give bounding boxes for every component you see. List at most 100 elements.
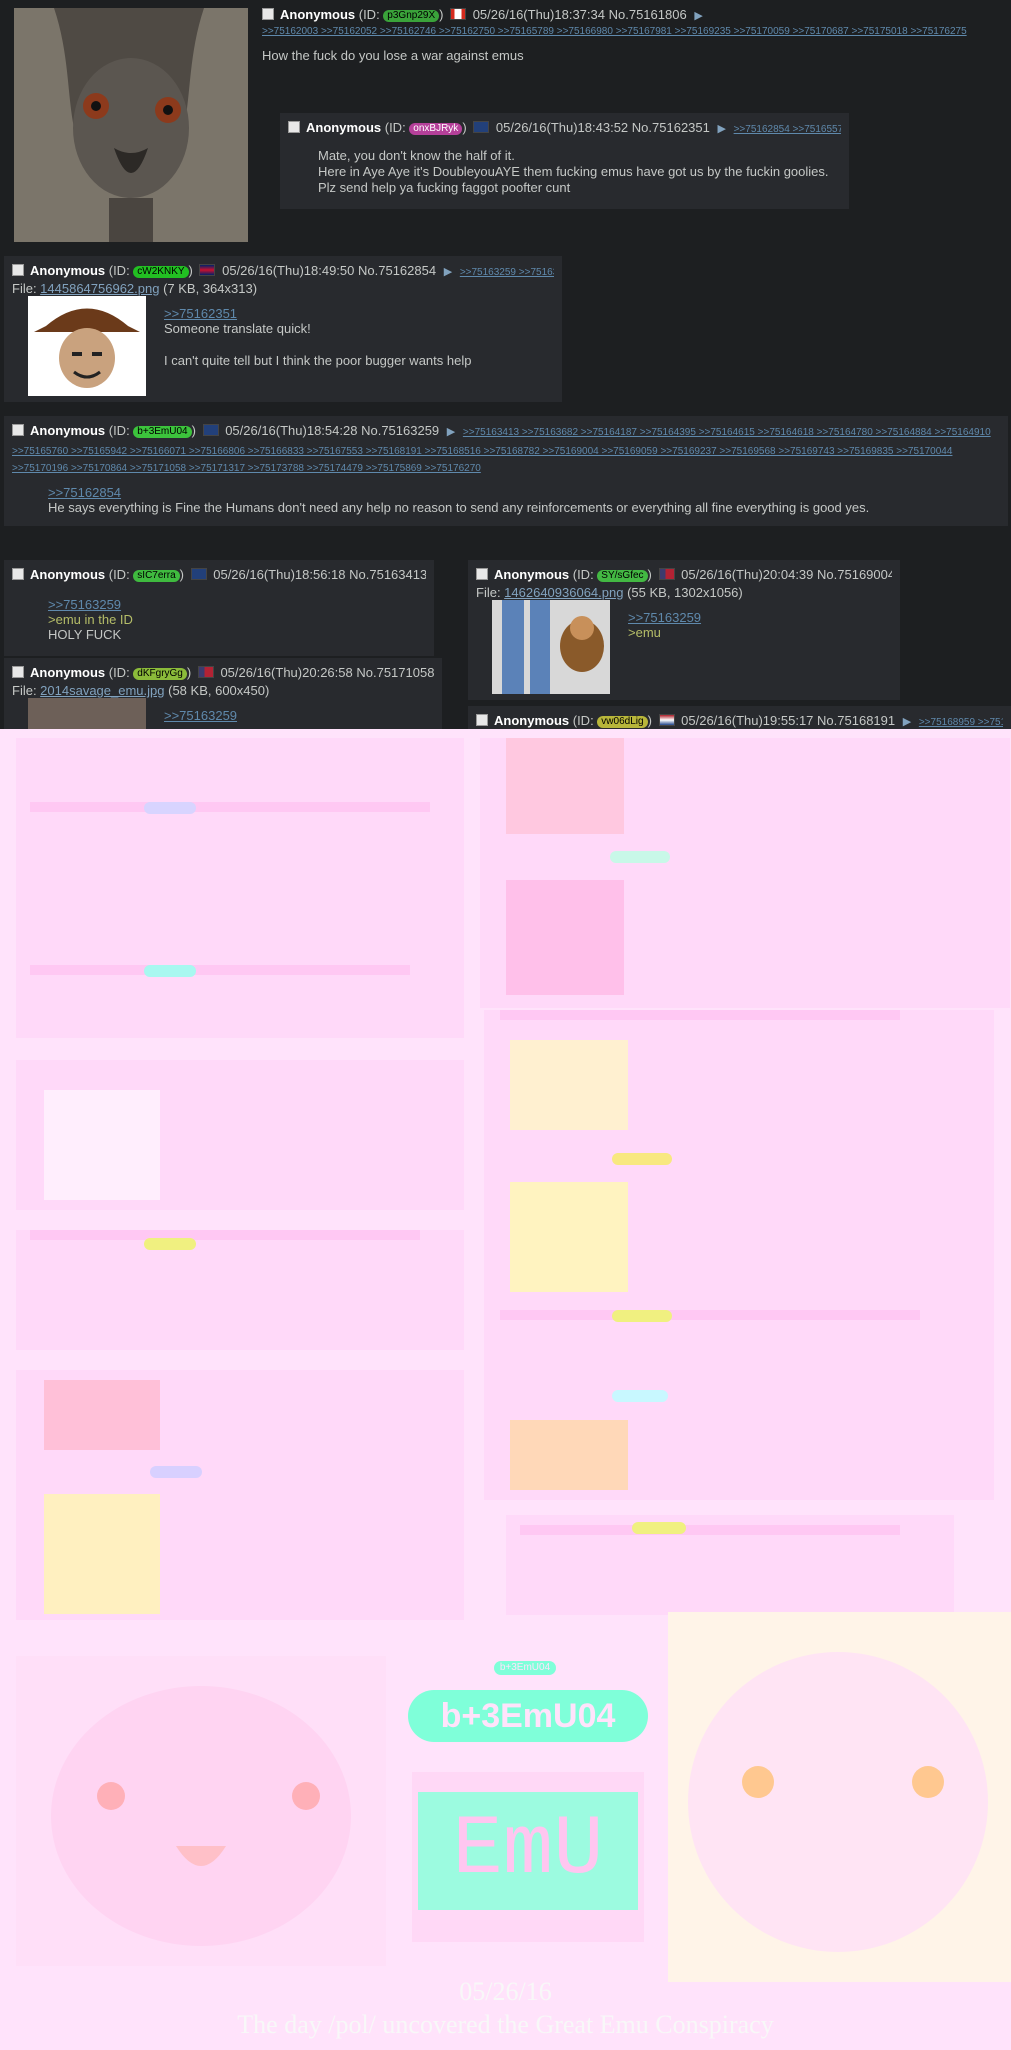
flag-icon <box>190 568 207 580</box>
quote-link[interactable]: >>75162854 <box>48 485 1000 500</box>
faded-text <box>30 802 430 812</box>
reply-links[interactable]: >>75163259 >>75163340 <box>460 267 554 278</box>
menu-arrow-icon[interactable]: ▶ <box>444 266 452 278</box>
post-checkbox[interactable] <box>12 424 24 436</box>
post-content: >>75163259 >emu <box>628 610 701 640</box>
faded-thumbnail <box>510 1182 628 1292</box>
post-thumbnail[interactable] <box>492 600 610 694</box>
post-date: 05/26/16(Thu)18:56:18 <box>213 567 346 582</box>
faded-text <box>500 1310 920 1320</box>
faded-id-badge <box>150 1466 202 1478</box>
post-thumbnail[interactable] <box>28 296 146 396</box>
post-date: 05/26/16(Thu)20:04:39 <box>681 567 814 582</box>
file-size: (58 KB, 600x450) <box>168 683 270 698</box>
post-reply: Anonymous (ID: onxBJRyk) 05/26/16(Thu)18… <box>280 113 849 209</box>
reply-links[interactable]: >>75162854 >>75165574 <box>734 124 841 135</box>
post-content: >>75162351 Someone translate quick! I ca… <box>164 306 471 369</box>
quote-link[interactable]: >>75163259 <box>164 708 237 723</box>
poster-id[interactable]: p3Gnp29X <box>383 10 440 22</box>
post-content: >>75163259 <box>164 708 237 723</box>
menu-arrow-icon[interactable]: ▶ <box>903 716 911 728</box>
post-number[interactable]: No.75163413 <box>349 567 426 582</box>
post-reply: Anonymous (ID: sIC7erra) 05/26/16(Thu)18… <box>4 560 434 656</box>
post-number[interactable]: No.75162351 <box>632 120 710 135</box>
post-reply: Anonymous (ID: dKFgryGg) 05/26/16(Thu)20… <box>4 658 442 738</box>
post-number[interactable]: No.75169004 <box>817 567 892 582</box>
reply-links[interactable]: >>75162003 >>75162052 >>75162746 >>75162… <box>262 25 1002 38</box>
emu-logo-text: EmU <box>418 1792 638 1910</box>
post-body: How the fuck do you lose a war against e… <box>262 48 524 63</box>
poster-name: Anonymous <box>280 7 356 22</box>
id-tag-small: b+3EmU04 <box>494 1661 556 1675</box>
post-date: 05/26/16(Thu)18:37:34 <box>472 7 605 22</box>
reply-links[interactable]: >>75168959 >>75170221 <box>919 717 1003 728</box>
poster-name: Anonymous <box>30 423 106 438</box>
poster-name: Anonymous <box>306 120 382 135</box>
post-checkbox[interactable] <box>12 666 24 678</box>
flag-icon <box>658 568 675 580</box>
post-body: Someone translate quick! I can't quite t… <box>164 321 472 368</box>
menu-arrow-icon[interactable]: ▶ <box>447 426 455 438</box>
post-date: 05/26/16(Thu)19:55:17 <box>681 713 814 728</box>
poster-name: Anonymous <box>494 713 570 728</box>
post-header: Anonymous (ID: cW2KNKY) 05/26/16(Thu)18:… <box>12 262 554 281</box>
greentext: >emu in the ID <box>48 612 133 627</box>
faded-id-badge <box>144 1238 196 1250</box>
faded-thumbnail <box>506 880 624 995</box>
file-info: File: 1462640936064.png (55 KB, 1302x105… <box>476 585 743 600</box>
post-content: >>75163259 >emu in the ID HOLY FUCK <box>12 597 426 643</box>
poster-id[interactable]: dKFgryGg <box>133 668 187 680</box>
post-checkbox[interactable] <box>476 714 488 726</box>
post-number[interactable]: No.75171058 <box>356 665 434 680</box>
faded-thumbnail <box>44 1494 160 1614</box>
poster-id[interactable]: sIC7erra <box>133 570 180 582</box>
post-number[interactable]: No.75168191 <box>817 713 895 728</box>
post-number[interactable]: No.75163259 <box>361 423 439 438</box>
op-image[interactable] <box>14 8 248 242</box>
post-reply: Anonymous (ID: b+3EmU04) 05/26/16(Thu)18… <box>4 416 1008 526</box>
post-checkbox[interactable] <box>476 568 488 580</box>
quote-link[interactable]: >>75163259 <box>48 597 426 612</box>
post-date: 05/26/16(Thu)18:49:50 <box>222 263 355 278</box>
faded-id-badge <box>610 851 670 863</box>
flag-icon <box>197 666 214 678</box>
poster-id[interactable]: onxBJRyk <box>409 123 463 135</box>
caption-text: The day /pol/ uncovered the Great Emu Co… <box>237 2010 774 2039</box>
faded-id-badge <box>144 802 196 814</box>
emu-logo: EmU <box>412 1772 644 1942</box>
poster-name: Anonymous <box>30 665 106 680</box>
post-number[interactable]: No.75161806 <box>609 7 687 22</box>
post-content: >>75162854 He says everything is Fine th… <box>12 485 1000 516</box>
post-checkbox[interactable] <box>288 121 300 133</box>
greentext: >emu <box>628 625 661 640</box>
file-link[interactable]: 2014savage_emu.jpg <box>40 683 164 698</box>
post-checkbox[interactable] <box>12 264 24 276</box>
file-link[interactable]: 1462640936064.png <box>504 585 623 600</box>
faded-thumbnail <box>510 1040 628 1130</box>
post-reply: Anonymous (ID: SY/sGfec) 05/26/16(Thu)20… <box>468 560 900 700</box>
post-checkbox[interactable] <box>12 568 24 580</box>
emu-face-image <box>668 1612 1011 1982</box>
faded-id-badge <box>612 1390 668 1402</box>
quote-link[interactable]: >>75163259 <box>628 610 701 625</box>
poster-id[interactable]: cW2KNKY <box>133 266 189 278</box>
menu-arrow-icon[interactable]: ▶ <box>718 123 726 135</box>
file-link[interactable]: 1445864756962.png <box>40 281 159 296</box>
quote-link[interactable]: >>75162351 <box>164 306 471 321</box>
faded-text <box>30 1230 420 1240</box>
faded-thumbnail <box>44 1090 160 1200</box>
flag-icon <box>450 8 467 20</box>
faded-thumbnail <box>506 738 624 834</box>
post-header: Anonymous (ID: dKFgryGg) 05/26/16(Thu)20… <box>12 664 434 683</box>
post-header: Anonymous (ID: b+3EmU04) 05/26/16(Thu)18… <box>12 423 991 474</box>
faded-id-badge <box>144 965 196 977</box>
file-size: (55 KB, 1302x1056) <box>627 585 743 600</box>
poster-id[interactable]: b+3EmU04 <box>133 426 192 438</box>
menu-arrow-icon[interactable]: ▶ <box>694 10 702 22</box>
poster-id[interactable]: vw06dLig <box>597 716 648 728</box>
poster-id[interactable]: SY/sGfec <box>597 570 648 582</box>
post-checkbox[interactable] <box>262 8 274 20</box>
post-number[interactable]: No.75162854 <box>358 263 436 278</box>
file-info: File: 2014savage_emu.jpg (58 KB, 600x450… <box>12 683 270 698</box>
poster-name: Anonymous <box>494 567 570 582</box>
